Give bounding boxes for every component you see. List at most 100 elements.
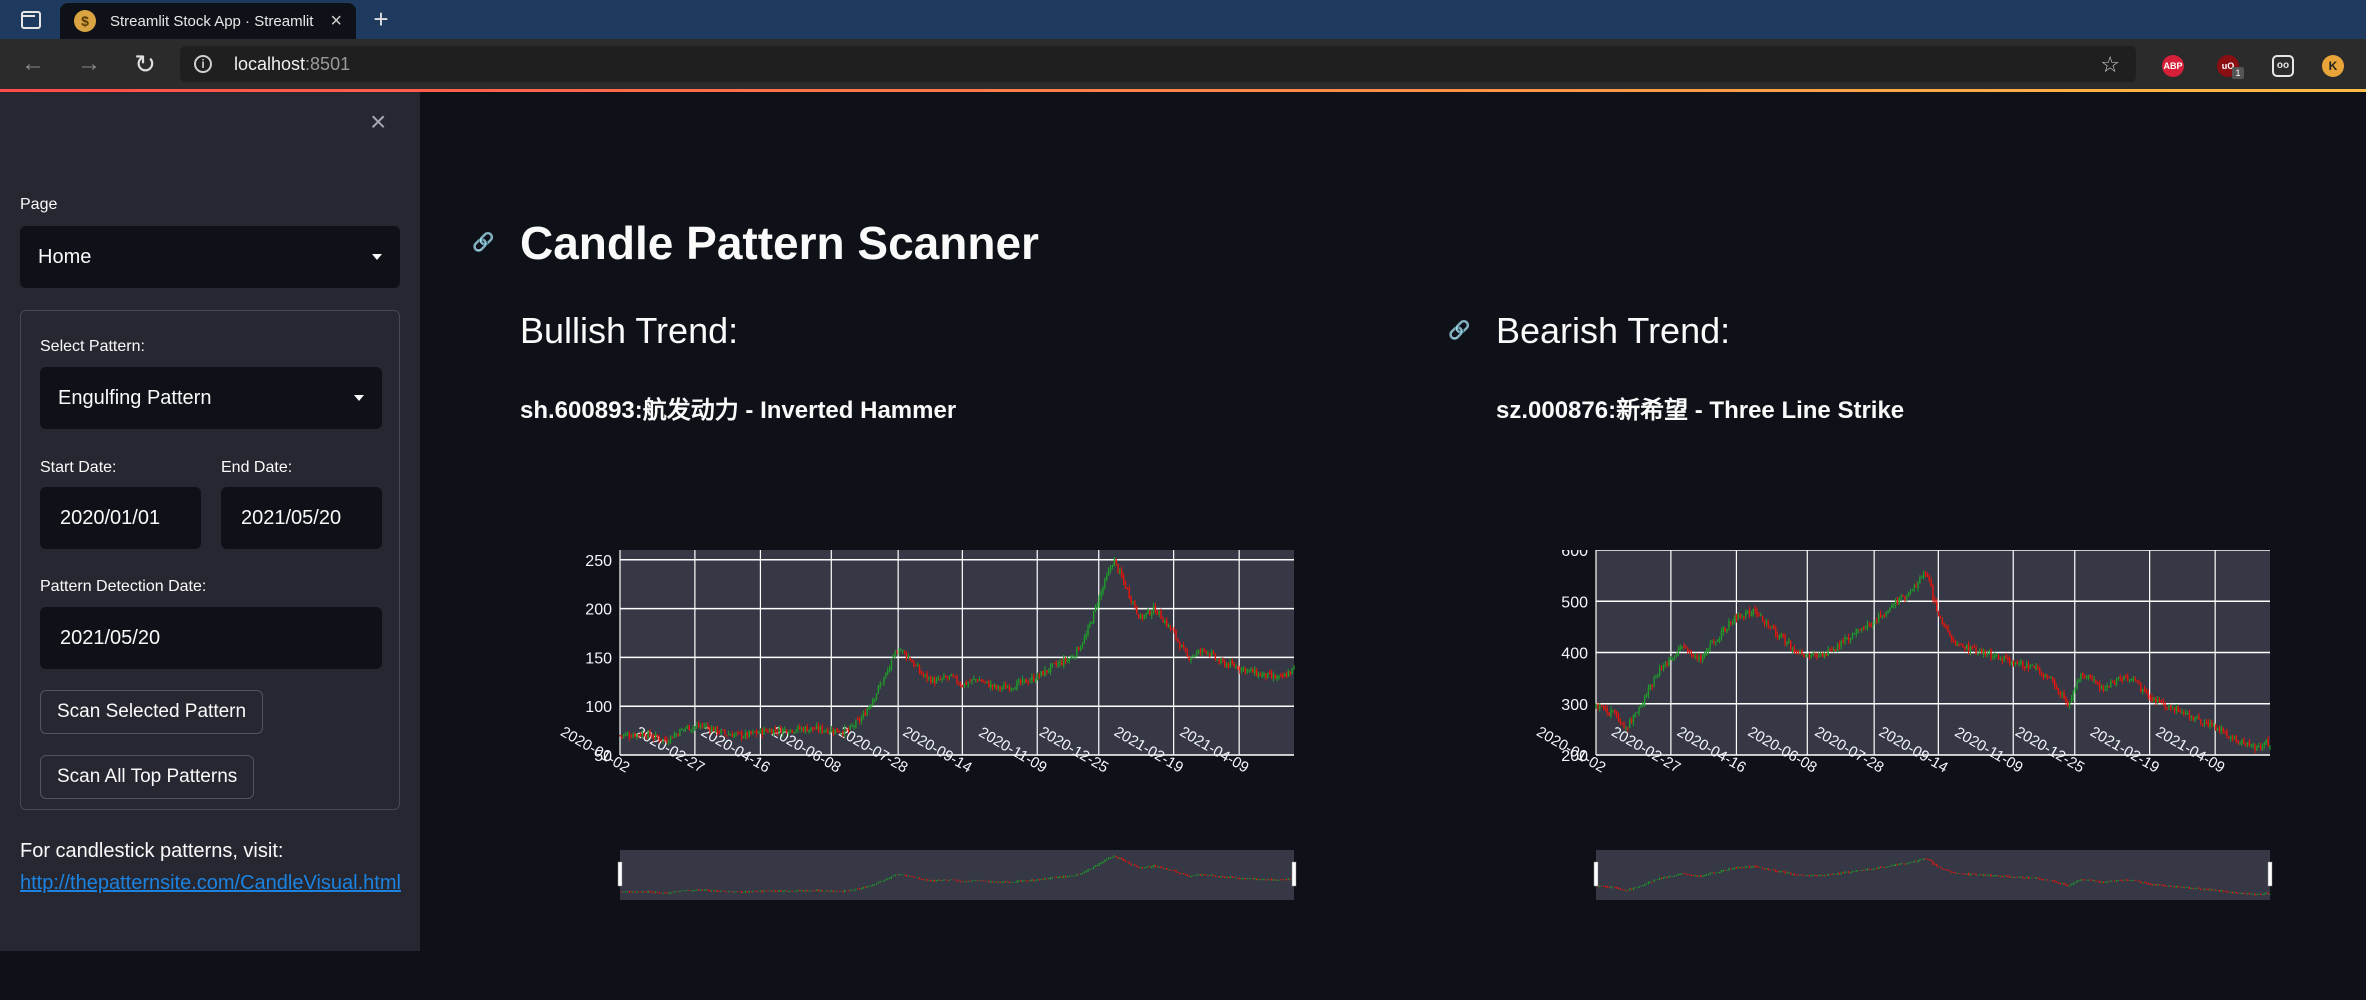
candle-body xyxy=(922,674,924,676)
candle-body xyxy=(1619,719,1622,724)
candle-body xyxy=(1647,687,1650,696)
candle-body xyxy=(2140,683,2142,693)
url-host: localhost xyxy=(234,53,306,74)
candle-body xyxy=(1222,659,1224,662)
candle-body xyxy=(1139,614,1142,619)
keeper-extension-icon[interactable]: K xyxy=(2322,55,2344,77)
star-icon[interactable]: ☆ xyxy=(2100,52,2120,78)
candle-body xyxy=(1990,650,1992,659)
candle-body xyxy=(890,659,893,670)
range-slider[interactable] xyxy=(1596,850,2270,900)
back-arrow-icon[interactable]: ← xyxy=(18,49,48,79)
candle-body xyxy=(952,675,954,677)
forward-arrow-icon[interactable]: → xyxy=(74,49,104,79)
candle-body xyxy=(1134,600,1136,608)
bearish-chart-svg[interactable]: 2003004005006002020-01-02 2020-02-272020-… xyxy=(1496,550,2366,1000)
candle-body xyxy=(1947,627,1949,632)
candle-body xyxy=(1980,650,1983,654)
range-handle-left[interactable] xyxy=(617,861,623,887)
end-date-input[interactable]: 2021/05/20 xyxy=(221,487,382,549)
candle-body xyxy=(1252,669,1254,673)
candle-body xyxy=(1141,614,1144,619)
candle-body xyxy=(2052,677,2054,681)
candle-body xyxy=(1793,648,1796,653)
candle-body xyxy=(1960,644,1962,646)
candle-body xyxy=(1184,648,1187,652)
candle-body xyxy=(1784,635,1786,645)
candle-body xyxy=(1149,610,1151,616)
page-select[interactable]: Home xyxy=(20,226,400,288)
tab-actions-icon[interactable] xyxy=(12,8,48,30)
candle-body xyxy=(2183,712,2185,714)
range-handle-left[interactable] xyxy=(1593,861,1599,887)
browser-tab[interactable]: $ Streamlit Stock App · Streamlit × xyxy=(60,3,356,39)
candle-body xyxy=(2082,672,2084,676)
range-handle-right[interactable] xyxy=(1291,861,1297,887)
close-sidebar-icon[interactable]: × xyxy=(370,108,386,136)
candle-body xyxy=(851,725,853,727)
candle-body xyxy=(634,733,636,737)
candle-body xyxy=(1848,636,1850,641)
candle-body xyxy=(1051,663,1054,665)
end-date-label: End Date: xyxy=(221,459,293,476)
candle-body xyxy=(724,730,726,734)
candle-body xyxy=(2027,664,2030,669)
bullish-candlestick-chart[interactable]: 50 100 150 200 250 2020-01-02 2020-02-27 2020-0… xyxy=(520,550,1390,1000)
bullish-chart-svg[interactable]: 501001502002502020-01-02 2020-02-272020-0… xyxy=(520,550,1390,1000)
candle-body xyxy=(791,729,793,733)
candle-body xyxy=(2215,725,2217,731)
candle-body xyxy=(1173,629,1175,632)
candle-body xyxy=(1158,610,1160,615)
candle-body xyxy=(1246,669,1248,672)
candle-body xyxy=(726,734,728,736)
range-slider[interactable] xyxy=(620,850,1294,900)
scan-selected-pattern-button[interactable]: Scan Selected Pattern xyxy=(40,690,264,734)
bearish-candlestick-chart[interactable]: 200 300 400 500 600 2020-01-02 2020-02-27 2020-… xyxy=(1496,550,2366,1000)
candle-body xyxy=(967,682,969,685)
pattern-site-link[interactable]: http://thepatternsite.com/CandleVisual.h… xyxy=(20,872,401,895)
candle-body xyxy=(2074,687,2076,692)
candle-body xyxy=(2173,708,2176,711)
candle-body xyxy=(2201,723,2204,725)
candle-body xyxy=(1818,655,1820,658)
candle-body xyxy=(1124,581,1127,589)
url-input[interactable]: i localhost:8501 ☆ xyxy=(180,46,2136,82)
close-icon[interactable]: × xyxy=(330,11,342,31)
candle-body xyxy=(2037,666,2039,669)
candle-body xyxy=(1169,625,1172,629)
adblock-extension-icon[interactable]: ABP xyxy=(2162,55,2184,77)
candle-body xyxy=(1280,674,1282,676)
candle-body xyxy=(1904,596,1906,600)
start-date-input[interactable]: 2020/01/01 xyxy=(40,487,201,549)
link-icon[interactable]: 🔗 xyxy=(472,232,494,253)
candle-body xyxy=(727,734,730,736)
candle-body xyxy=(1606,708,1608,713)
new-tab-button[interactable]: + xyxy=(366,5,396,35)
detection-date-input[interactable]: 2021/05/20 xyxy=(40,607,382,669)
candle-body xyxy=(1263,672,1265,676)
info-icon[interactable]: i xyxy=(194,55,212,73)
candle-body xyxy=(2029,665,2032,668)
scan-all-top-patterns-button[interactable]: Scan All Top Patterns xyxy=(40,755,255,799)
range-handle-right[interactable] xyxy=(2267,861,2273,887)
candle-body xyxy=(1690,653,1693,655)
candle-body xyxy=(1291,668,1293,674)
glasses-extension-icon[interactable]: oo xyxy=(2272,55,2294,77)
candle-body xyxy=(933,678,936,684)
tab-title: Streamlit Stock App · Streamlit xyxy=(110,12,314,30)
candle-body xyxy=(623,734,625,736)
pattern-select[interactable]: Engulfing Pattern xyxy=(40,367,382,429)
link-icon[interactable]: 🔗 xyxy=(1448,320,1470,341)
candle-body xyxy=(2166,707,2168,709)
candle-body xyxy=(1874,621,1876,623)
candle-body xyxy=(2244,743,2247,745)
candle-body xyxy=(1220,659,1222,663)
reload-icon[interactable]: ↻ xyxy=(130,49,160,79)
candle-body xyxy=(2143,689,2146,692)
candle-body xyxy=(2211,722,2213,726)
candle-body xyxy=(1638,706,1640,713)
candle-body xyxy=(2192,716,2194,720)
candle-body xyxy=(1718,638,1721,641)
candle-body xyxy=(1285,674,1288,678)
candle-body xyxy=(2016,661,2018,664)
